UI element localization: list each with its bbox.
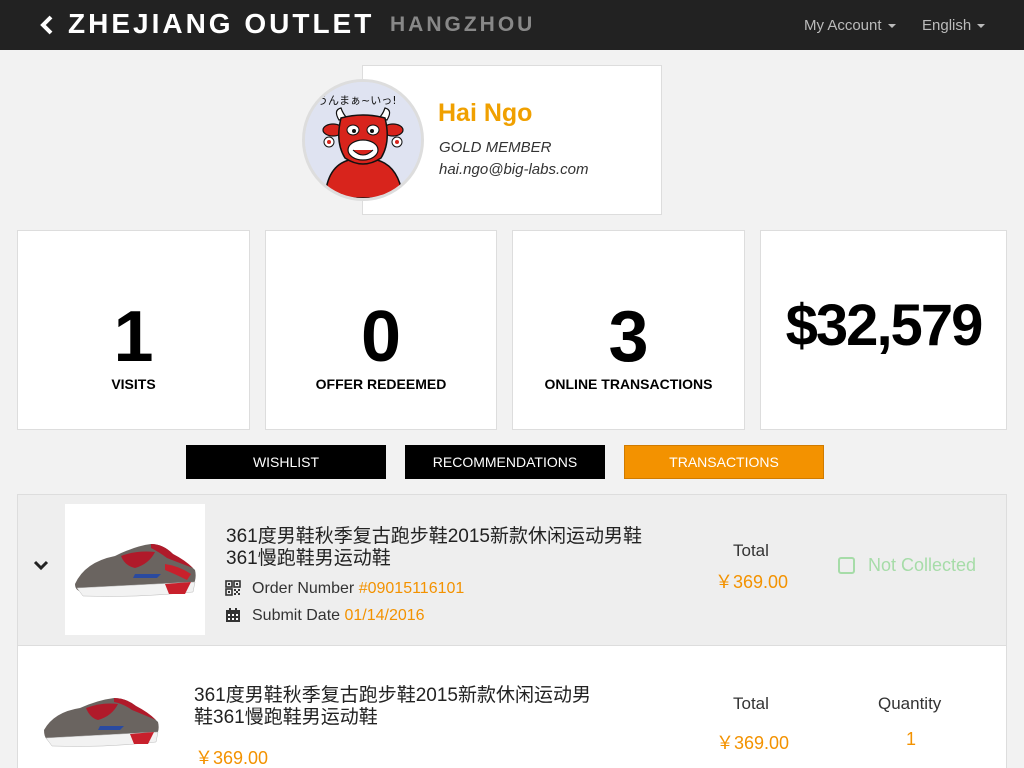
cow-mascot-image: うんまぁ~いっ! — [305, 82, 421, 198]
product-title[interactable]: 361度男鞋秋季复古跑步鞋2015新款休闲运动男 鞋361慢跑鞋男运动鞋 — [194, 685, 664, 729]
checkbox-icon — [838, 557, 855, 574]
product-title-line: 361度男鞋秋季复古跑步鞋2015新款休闲运动男 — [194, 685, 591, 706]
product-thumbnail[interactable] — [40, 690, 166, 752]
quantity-label: Quantity — [878, 694, 942, 713]
stat-value: $32,579 — [785, 293, 984, 358]
product-title-line: 鞋361慢跑鞋男运动鞋 — [194, 707, 378, 728]
language-label: English — [922, 17, 972, 34]
total-price: ￥369.00 — [715, 572, 789, 592]
qr-code-icon — [225, 580, 241, 596]
profile-email: hai.ngo@big-labs.com — [439, 161, 589, 178]
quantity-value: 1 — [906, 729, 917, 749]
tab-recommendations[interactable]: RECOMMENDATIONS — [405, 445, 605, 479]
order-number-label: Order Number — [252, 580, 355, 597]
stat-card-online-transactions: 3 ONLINE TRANSACTIONS — [512, 230, 745, 430]
caret-down-icon — [977, 24, 986, 29]
total-label: Total — [733, 694, 769, 713]
stat-value: 0 — [360, 297, 402, 377]
product-title-line: 361度男鞋秋季复古跑步鞋2015新款休闲运动男鞋 — [226, 526, 642, 547]
my-account-label: My Account — [804, 17, 882, 34]
chevron-left-icon[interactable] — [38, 13, 56, 37]
total-price: ￥369.00 — [716, 733, 790, 753]
product-title-line: 361慢跑鞋男运动鞋 — [226, 548, 391, 569]
submit-date-label: Submit Date — [252, 607, 341, 624]
unit-price: ￥369.00 — [195, 748, 269, 768]
avatar: うんまぁ~いっ! — [302, 79, 424, 201]
my-account-dropdown[interactable]: My Account — [804, 17, 896, 34]
language-dropdown[interactable]: English — [922, 17, 986, 34]
stat-value: 1 — [113, 297, 154, 377]
total-label: Total — [733, 541, 769, 560]
collection-status: Not Collected — [868, 555, 977, 575]
submit-date: Submit Date 01/14/2016 — [252, 607, 425, 625]
chevron-down-icon[interactable] — [33, 558, 49, 572]
order-number: Order Number #09015116101 — [252, 580, 464, 598]
stat-card-total-spent: $32,579 — [760, 230, 1007, 430]
caret-down-icon — [887, 24, 896, 29]
product-thumbnail[interactable] — [65, 504, 205, 635]
top-navigation-bar: ZHEJIANG OUTLET HANGZHOU My Account Engl… — [0, 0, 1024, 50]
stat-card-offers-redeemed: 0 OFFER REDEEMED — [265, 230, 497, 430]
order-number-value[interactable]: #09015116101 — [359, 580, 465, 597]
brand-title: ZHEJIANG OUTLET — [68, 8, 375, 39]
membership-level: GOLD MEMBER — [439, 139, 552, 156]
tab-wishlist[interactable]: WISHLIST — [186, 445, 386, 479]
stat-label: OFFER REDEEMED — [315, 376, 447, 392]
submit-date-value: 01/14/2016 — [344, 607, 425, 624]
avatar-caption: うんまぁ~いっ! — [317, 94, 397, 107]
product-title[interactable]: 361度男鞋秋季复古跑步鞋2015新款休闲运动男鞋 361慢跑鞋男运动鞋 — [226, 526, 686, 570]
shoe-image — [75, 544, 196, 597]
profile-name: Hai Ngo — [438, 99, 533, 127]
stat-value: 3 — [608, 297, 649, 377]
tab-transactions[interactable]: TRANSACTIONS — [624, 445, 824, 479]
brand-city: HANGZHOU — [390, 13, 536, 36]
stat-label: ONLINE TRANSACTIONS — [544, 376, 713, 392]
stat-label: VISITS — [111, 376, 156, 392]
shoe-image — [44, 698, 159, 747]
stat-card-visits: 1 VISITS — [17, 230, 250, 430]
calendar-icon — [226, 608, 240, 622]
